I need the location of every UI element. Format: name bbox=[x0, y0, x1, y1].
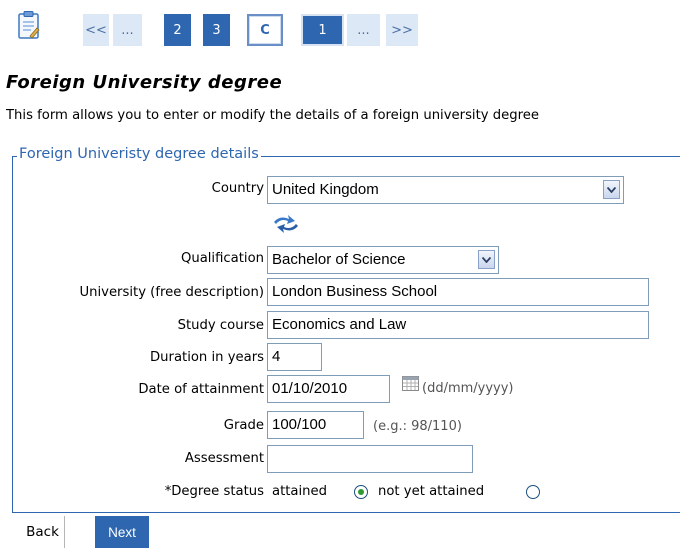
pager-page-2[interactable]: 2 bbox=[164, 14, 191, 46]
study-course-input[interactable]: Economics and Law bbox=[267, 311, 649, 339]
grade-label: Grade bbox=[223, 418, 264, 433]
degree-status-not-attained-radio[interactable] bbox=[526, 485, 540, 499]
page-title: Foreign University degree bbox=[6, 72, 283, 93]
grade-example-hint: (e.g.: 98/110) bbox=[373, 419, 462, 434]
qualification-select[interactable]: Bachelor of Science bbox=[267, 246, 499, 274]
duration-label: Duration in years bbox=[150, 350, 264, 365]
assessment-input[interactable] bbox=[267, 445, 473, 473]
pager-current-page: C bbox=[247, 14, 283, 46]
calendar-icon[interactable] bbox=[402, 376, 419, 391]
refresh-arrows-icon[interactable] bbox=[271, 212, 301, 238]
pager-ellipsis-right: ... bbox=[347, 14, 380, 46]
date-label: Date of attainment bbox=[138, 382, 264, 397]
qualification-label: Qualification bbox=[180, 251, 264, 266]
chevron-down-icon bbox=[478, 250, 495, 269]
page-description: This form allows you to enter or modify … bbox=[6, 108, 539, 123]
degree-status-attained-radio[interactable] bbox=[354, 485, 368, 499]
country-select[interactable]: United Kingdom bbox=[267, 176, 624, 204]
university-input[interactable]: London Business School bbox=[267, 278, 649, 306]
degree-status-attained-label: attained bbox=[272, 484, 328, 499]
duration-input[interactable]: 4 bbox=[267, 343, 322, 371]
pager-page-1[interactable]: 1 bbox=[301, 14, 344, 46]
clipboard-icon bbox=[18, 11, 40, 39]
qualification-value: Bachelor of Science bbox=[272, 251, 406, 268]
fieldset-legend: Foreign Univeristy degree details bbox=[17, 146, 261, 162]
country-value: United Kingdom bbox=[272, 181, 379, 198]
chevron-down-icon bbox=[603, 180, 620, 199]
university-label: University (free description) bbox=[79, 285, 264, 300]
pager-first-button[interactable]: << bbox=[83, 14, 109, 46]
degree-status-label: *Degree status bbox=[164, 484, 264, 499]
degree-status-not-attained-label: not yet attained bbox=[378, 484, 485, 499]
date-format-hint: (dd/mm/yyyy) bbox=[422, 381, 514, 396]
pager-ellipsis-left: ... bbox=[113, 14, 142, 46]
date-input[interactable]: 01/10/2010 bbox=[267, 375, 390, 403]
pager-last-button[interactable]: >> bbox=[386, 14, 418, 46]
study-course-label: Study course bbox=[177, 318, 264, 333]
next-button[interactable]: Next bbox=[95, 516, 149, 548]
grade-input[interactable]: 100/100 bbox=[267, 411, 364, 439]
assessment-label: Assessment bbox=[184, 451, 264, 466]
back-button[interactable]: Back bbox=[21, 516, 65, 548]
pager-page-3[interactable]: 3 bbox=[203, 14, 230, 46]
country-label: Country bbox=[211, 181, 264, 196]
